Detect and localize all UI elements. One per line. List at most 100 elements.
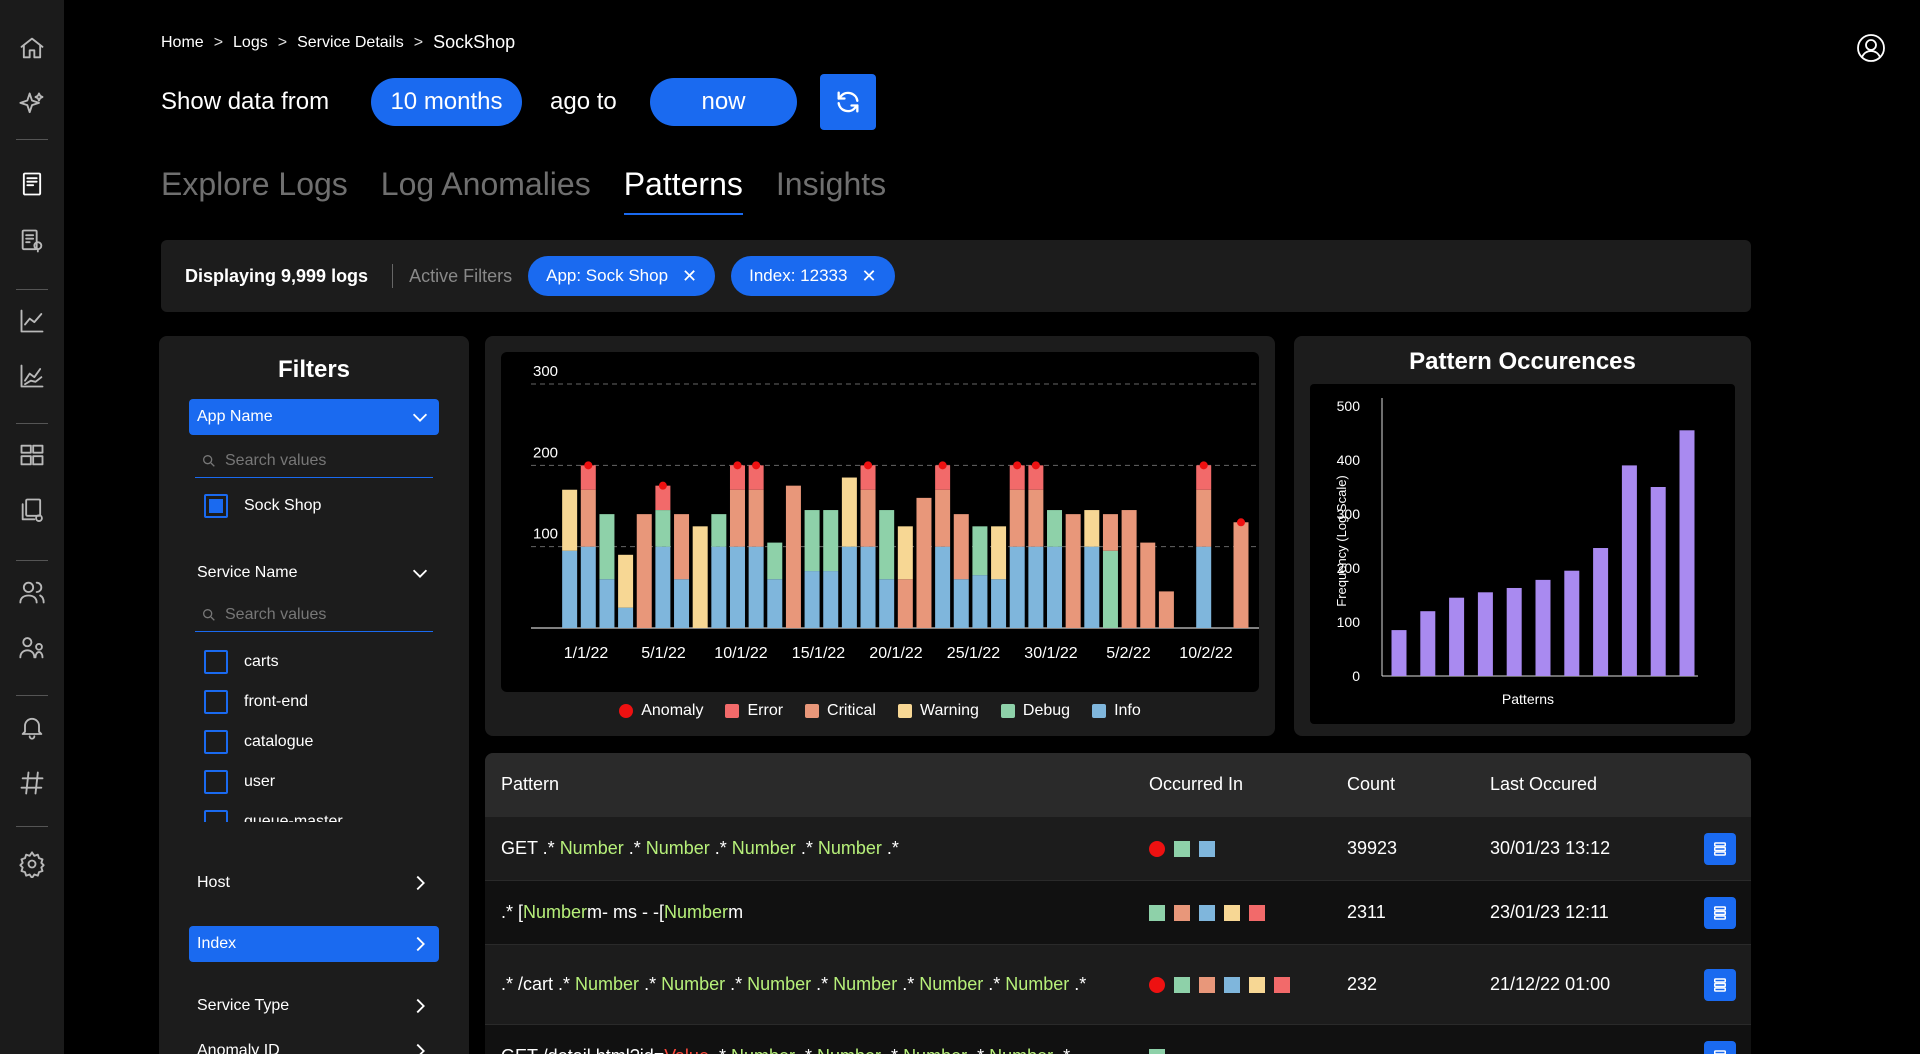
app-name-search-input[interactable]: Search values	[195, 444, 433, 478]
breadcrumb-home[interactable]: Home	[161, 34, 204, 52]
occurrence-bar[interactable]	[1506, 587, 1522, 676]
bar-segment-info[interactable]	[729, 546, 745, 628]
bar-segment-critical[interactable]	[953, 514, 969, 580]
anomaly-marker[interactable]	[584, 461, 593, 470]
bar-segment-debug[interactable]	[711, 514, 727, 547]
bar-segment-info[interactable]	[804, 571, 820, 628]
filter-app-name[interactable]: App Name	[189, 399, 439, 435]
bar-segment-warning[interactable]	[692, 526, 708, 628]
legend-item[interactable]: Error	[725, 702, 783, 720]
bar-segment-critical[interactable]	[785, 485, 801, 628]
anomaly-marker[interactable]	[658, 481, 667, 490]
bar-segment-info[interactable]	[972, 575, 988, 628]
line-chart-icon[interactable]	[16, 305, 48, 337]
breadcrumb-service-details[interactable]: Service Details	[297, 34, 404, 52]
bar-segment-info[interactable]	[823, 571, 839, 628]
occurrence-bar[interactable]	[1449, 597, 1465, 676]
filter-index[interactable]: Index	[189, 926, 439, 962]
tab-patterns[interactable]: Patterns	[623, 166, 743, 215]
anomaly-marker[interactable]	[864, 461, 873, 470]
checkbox[interactable]	[204, 770, 228, 794]
checkbox[interactable]	[204, 730, 228, 754]
bar-segment-critical[interactable]	[674, 514, 690, 580]
bar-segment-info[interactable]	[1196, 546, 1212, 628]
bar-segment-debug[interactable]	[1102, 550, 1118, 628]
anomaly-marker[interactable]	[1031, 461, 1040, 470]
bell-icon[interactable]	[16, 711, 48, 743]
checkbox[interactable]	[204, 690, 228, 714]
hashtag-icon[interactable]	[16, 767, 48, 799]
bar-segment-critical[interactable]	[1196, 489, 1212, 547]
checkbox[interactable]	[204, 650, 228, 674]
occurrence-bar[interactable]	[1621, 465, 1637, 676]
legend-item[interactable]: Anomaly	[619, 702, 703, 720]
occurrence-bar[interactable]	[1593, 548, 1609, 676]
table-row[interactable]: GET .* Number .* Number .* Number .* Num…	[485, 816, 1751, 880]
option-sock-shop[interactable]: Sock Shop	[204, 493, 321, 519]
occurrence-bar[interactable]	[1535, 579, 1551, 676]
anomaly-marker[interactable]	[938, 461, 947, 470]
dashboard-icon[interactable]	[16, 439, 48, 471]
bar-segment-critical[interactable]	[1028, 489, 1044, 547]
bar-segment-debug[interactable]	[823, 510, 839, 572]
bar-segment-critical[interactable]	[1140, 542, 1156, 628]
checkbox[interactable]	[204, 810, 228, 822]
log-search-icon[interactable]	[16, 225, 48, 257]
bar-segment-critical[interactable]	[580, 489, 596, 547]
bar-segment-critical[interactable]	[1065, 514, 1081, 628]
tab-insights[interactable]: Insights	[776, 166, 886, 215]
bar-segment-info[interactable]	[935, 546, 951, 628]
bar-segment-debug[interactable]	[972, 526, 988, 576]
option-user[interactable]: user	[204, 769, 275, 795]
filter-anomaly-id[interactable]: Anomaly ID	[189, 1033, 439, 1054]
bar-segment-warning[interactable]	[991, 526, 1007, 580]
filter-host[interactable]: Host	[189, 865, 439, 901]
sparkles-icon[interactable]	[16, 88, 48, 120]
bar-segment-critical[interactable]	[897, 579, 913, 628]
bar-segment-info[interactable]	[841, 546, 857, 628]
service-name-search-input[interactable]: Search values	[195, 598, 433, 632]
col-pattern[interactable]: Pattern	[485, 773, 1149, 796]
bar-segment-info[interactable]	[879, 579, 895, 628]
bar-segment-info[interactable]	[711, 546, 727, 628]
close-icon[interactable]: ✕	[861, 266, 876, 287]
bar-segment-critical[interactable]	[1102, 514, 1118, 551]
bar-segment-info[interactable]	[1084, 546, 1100, 628]
filter-service-name[interactable]: Service Name	[189, 555, 439, 591]
bar-segment-debug[interactable]	[879, 510, 895, 580]
bar-segment-debug[interactable]	[599, 514, 615, 580]
bar-segment-critical[interactable]	[1009, 489, 1025, 547]
bar-segment-critical[interactable]	[636, 514, 652, 628]
bar-segment-debug[interactable]	[804, 510, 820, 572]
bar-segment-info[interactable]	[580, 546, 596, 628]
bar-segment-info[interactable]	[618, 607, 634, 628]
option-carts[interactable]: carts	[204, 649, 279, 675]
bar-segment-warning[interactable]	[841, 477, 857, 547]
occurrence-bar[interactable]	[1679, 430, 1695, 676]
anomaly-marker[interactable]	[1013, 461, 1022, 470]
time-to-button[interactable]: now	[650, 78, 797, 126]
bar-segment-warning[interactable]	[897, 526, 913, 580]
anomaly-marker[interactable]	[1199, 461, 1208, 470]
bar-segment-warning[interactable]	[562, 489, 578, 551]
bar-segment-critical[interactable]	[1158, 591, 1174, 628]
row-details-button[interactable]	[1704, 1040, 1736, 1054]
bar-segment-warning[interactable]	[1084, 510, 1100, 547]
user-group-icon[interactable]	[16, 632, 48, 664]
home-icon[interactable]	[16, 32, 48, 64]
row-details-button[interactable]	[1704, 968, 1736, 1001]
col-count[interactable]: Count	[1347, 774, 1490, 795]
bar-segment-critical[interactable]	[748, 489, 764, 547]
occurrence-bar[interactable]	[1477, 592, 1493, 676]
occurrence-bar[interactable]	[1420, 611, 1436, 676]
bar-segment-critical[interactable]	[729, 489, 745, 547]
option-queue-master[interactable]: queue-master	[204, 809, 343, 822]
bar-segment-info[interactable]	[1047, 546, 1063, 628]
table-row[interactable]: .* /cart .* Number .* Number .* Number .…	[485, 944, 1751, 1024]
row-details-button[interactable]	[1704, 832, 1736, 865]
row-details-button[interactable]	[1704, 896, 1736, 929]
option-front-end[interactable]: front-end	[204, 689, 308, 715]
bar-segment-debug[interactable]	[767, 542, 783, 580]
logs-icon[interactable]	[16, 168, 48, 200]
legend-item[interactable]: Critical	[805, 702, 876, 720]
